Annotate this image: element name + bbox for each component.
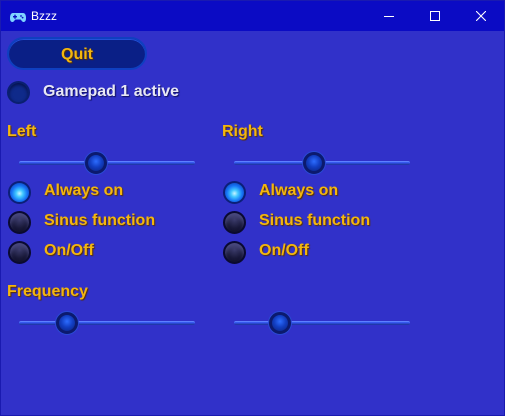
slider-thumb[interactable] [269, 312, 291, 334]
quit-button-label: Quit [61, 46, 93, 63]
minimize-button[interactable] [366, 1, 412, 31]
right-frequency-slider[interactable] [234, 311, 410, 335]
left-mode-label: Sinus function [44, 212, 156, 229]
right-mode-radio[interactable] [223, 241, 246, 264]
left-mode-radio[interactable] [8, 241, 31, 264]
left-mode-label: Always on [44, 182, 124, 199]
app-window: Bzzz Quit Gamepad 1 active Left Always o… [0, 0, 505, 416]
slider-thumb[interactable] [303, 152, 325, 174]
gamepad-icon [10, 10, 26, 22]
maximize-icon [430, 11, 440, 21]
left-mode-radio[interactable] [8, 181, 31, 204]
slider-track [234, 321, 410, 325]
right-mode-radio[interactable] [223, 181, 246, 204]
slider-track [19, 321, 195, 325]
close-icon [476, 11, 486, 21]
quit-button[interactable]: Quit [7, 37, 147, 70]
left-intensity-slider[interactable] [19, 151, 195, 175]
right-mode-label: Sinus function [259, 212, 371, 229]
right-intensity-slider[interactable] [234, 151, 410, 175]
slider-thumb[interactable] [56, 312, 78, 334]
right-mode-label: Always on [259, 182, 339, 199]
right-mode-radio[interactable] [223, 211, 246, 234]
slider-track [19, 161, 195, 165]
close-button[interactable] [458, 1, 504, 31]
slider-thumb[interactable] [85, 152, 107, 174]
window-title: Bzzz [31, 9, 58, 23]
gamepad-status-label: Gamepad 1 active [43, 83, 180, 100]
left-frequency-slider[interactable] [19, 311, 195, 335]
left-heading: Left [7, 123, 37, 140]
main-content: Quit Gamepad 1 active Left Always on Sin… [1, 31, 504, 415]
title-bar: Bzzz [1, 1, 504, 31]
left-mode-label: On/Off [44, 242, 94, 259]
maximize-button[interactable] [412, 1, 458, 31]
gamepad-status-indicator [7, 81, 30, 104]
frequency-heading: Frequency [7, 283, 88, 300]
right-heading: Right [222, 123, 263, 140]
right-mode-label: On/Off [259, 242, 309, 259]
minimize-icon [384, 16, 394, 17]
left-mode-radio[interactable] [8, 211, 31, 234]
